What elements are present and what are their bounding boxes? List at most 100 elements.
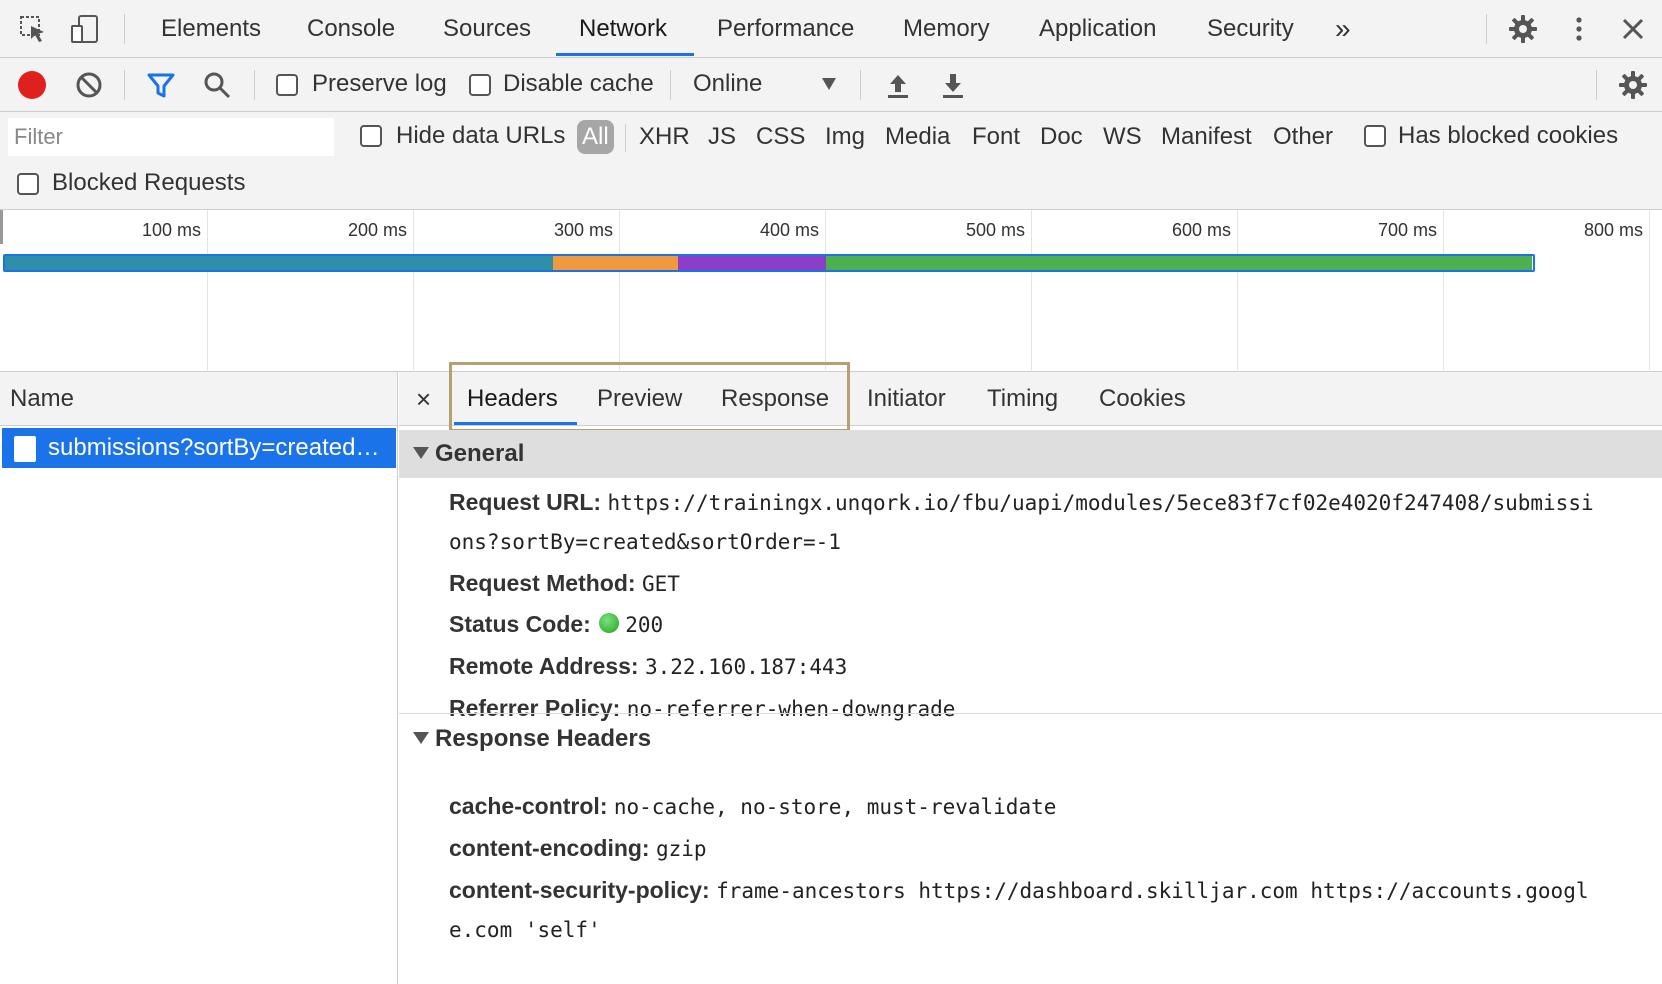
gear-icon[interactable]: [1508, 14, 1538, 44]
filter-type-ws[interactable]: WS: [1103, 120, 1142, 154]
timeline-gridline: [413, 210, 414, 370]
toolbar-divider: [860, 70, 861, 100]
filter-type-manifest[interactable]: Manifest: [1161, 120, 1252, 154]
header-value: gzip: [655, 837, 707, 861]
timeline-tick-label: 700 ms: [1377, 220, 1437, 240]
status-ok-icon: [599, 612, 620, 633]
timeline-gridline: [207, 210, 208, 370]
request-detail-pane: × Headers Preview Response Initiator Tim…: [399, 362, 1662, 984]
tab-initiator[interactable]: Initiator: [867, 372, 946, 426]
filter-divider: [625, 124, 626, 152]
request-url-row: Request URL: https://trainingx.unqork.io…: [449, 482, 1594, 523]
header-value: GET: [641, 572, 680, 596]
timeline-gridline: [1237, 210, 1238, 370]
filter-icon[interactable]: [146, 70, 176, 100]
timeline-gridline: [825, 210, 826, 370]
table-row[interactable]: submissions?sortBy=created…: [2, 428, 396, 468]
remote-address-row: Remote Address: 3.22.160.187:443: [449, 646, 847, 687]
timeline-tick-label: 100 ms: [141, 220, 201, 240]
filter-type-all[interactable]: All: [577, 120, 614, 154]
header-value: frame-ancestors https://dashboard.skillj…: [716, 879, 1589, 903]
filter-type-css[interactable]: CSS: [756, 120, 805, 154]
clear-icon[interactable]: [74, 70, 104, 100]
detail-tab-bar: × Headers Preview Response Initiator Tim…: [399, 372, 1662, 426]
disable-cache-checkbox[interactable]: [469, 74, 491, 96]
active-tab-indicator: [556, 53, 694, 56]
timeline-overview[interactable]: 100 ms 200 ms 300 ms 400 ms 500 ms 600 m…: [0, 210, 1662, 372]
tab-network[interactable]: Network: [579, 0, 667, 58]
csp-continuation: e.com 'self': [449, 918, 601, 942]
column-header-name[interactable]: Name: [0, 372, 397, 426]
network-settings-gear-icon[interactable]: [1618, 70, 1648, 100]
csp-row: content-security-policy: frame-ancestors…: [449, 870, 1588, 911]
header-key: Status Code:: [449, 611, 591, 637]
header-value: https://trainingx.unqork.io/fbu/uapi/mod…: [607, 491, 1594, 515]
disable-cache-label: Disable cache: [503, 70, 654, 97]
has-blocked-cookies-checkbox[interactable]: [1364, 125, 1386, 147]
throttling-select[interactable]: Online: [693, 70, 762, 98]
filter-type-doc[interactable]: Doc: [1040, 120, 1083, 154]
filter-type-font[interactable]: Font: [972, 120, 1020, 154]
header-key: content-encoding:: [449, 835, 650, 861]
tab-performance[interactable]: Performance: [717, 0, 854, 58]
close-icon[interactable]: [1618, 14, 1648, 44]
timeline-start-marker: [0, 210, 3, 244]
hide-data-urls-checkbox[interactable]: [360, 125, 382, 147]
filter-bar: Hide data URLs All XHR JS CSS Img Media …: [0, 112, 1662, 210]
section-general-title: General: [435, 440, 525, 467]
tab-elements[interactable]: Elements: [161, 0, 261, 58]
toolbar-divider: [1486, 14, 1487, 44]
preserve-log-checkbox[interactable]: [276, 74, 298, 96]
tab-timing[interactable]: Timing: [987, 372, 1058, 426]
header-key: cache-control:: [449, 793, 608, 819]
kebab-menu-icon[interactable]: [1564, 14, 1594, 44]
tab-memory[interactable]: Memory: [903, 0, 990, 58]
request-method-row: Request Method: GET: [449, 563, 680, 604]
collapse-triangle-icon: [413, 446, 429, 459]
header-key: Remote Address:: [449, 653, 639, 679]
inspect-element-icon[interactable]: [18, 14, 48, 44]
tab-preview[interactable]: Preview: [597, 372, 682, 426]
toolbar-divider: [124, 70, 125, 100]
document-icon: [14, 436, 36, 462]
blocked-requests-label: Blocked Requests: [52, 169, 246, 196]
timeline-tick-label: 400 ms: [759, 220, 819, 240]
tab-application[interactable]: Application: [1039, 0, 1156, 58]
toolbar-divider: [254, 70, 255, 100]
tab-console[interactable]: Console: [307, 0, 395, 58]
filter-type-img[interactable]: Img: [825, 120, 865, 154]
more-tabs-chevron-icon[interactable]: »: [1335, 0, 1351, 58]
filter-type-media[interactable]: Media: [885, 120, 950, 154]
section-general-header[interactable]: General: [399, 430, 1662, 478]
header-key: Request URL:: [449, 489, 602, 515]
tab-security[interactable]: Security: [1207, 0, 1294, 58]
timeline-gridline: [1649, 210, 1650, 370]
header-value: 200: [625, 613, 664, 637]
filter-input[interactable]: [8, 118, 334, 156]
timeline-gridline: [1031, 210, 1032, 370]
device-toolbar-icon[interactable]: [70, 14, 100, 44]
import-har-icon[interactable]: [883, 70, 913, 100]
timeline-gridline: [619, 210, 620, 370]
export-har-icon[interactable]: [938, 70, 968, 100]
filter-type-other[interactable]: Other: [1273, 120, 1333, 154]
waterfall-segment-stalled: [553, 256, 678, 270]
toolbar-divider: [1596, 70, 1597, 100]
timeline-tick-label: 500 ms: [965, 220, 1025, 240]
waterfall-segment-download: [826, 256, 1532, 270]
record-icon[interactable]: [18, 71, 46, 99]
tab-cookies[interactable]: Cookies: [1099, 372, 1186, 426]
blocked-requests-checkbox[interactable]: [17, 173, 39, 195]
dropdown-arrow-icon[interactable]: [822, 78, 836, 90]
section-response-headers-header[interactable]: Response Headers: [399, 715, 1662, 763]
close-detail-icon[interactable]: ×: [416, 372, 431, 426]
request-list: Name submissions?sortBy=created…: [0, 372, 398, 984]
tab-response[interactable]: Response: [721, 372, 829, 426]
filter-type-js[interactable]: JS: [708, 120, 736, 154]
tab-sources[interactable]: Sources: [443, 0, 531, 58]
search-icon[interactable]: [202, 70, 232, 100]
filter-type-xhr[interactable]: XHR: [639, 120, 690, 154]
header-value: 3.22.160.187:443: [644, 655, 848, 679]
tab-headers[interactable]: Headers: [467, 372, 558, 426]
waterfall-segment-ssl: [678, 256, 826, 270]
